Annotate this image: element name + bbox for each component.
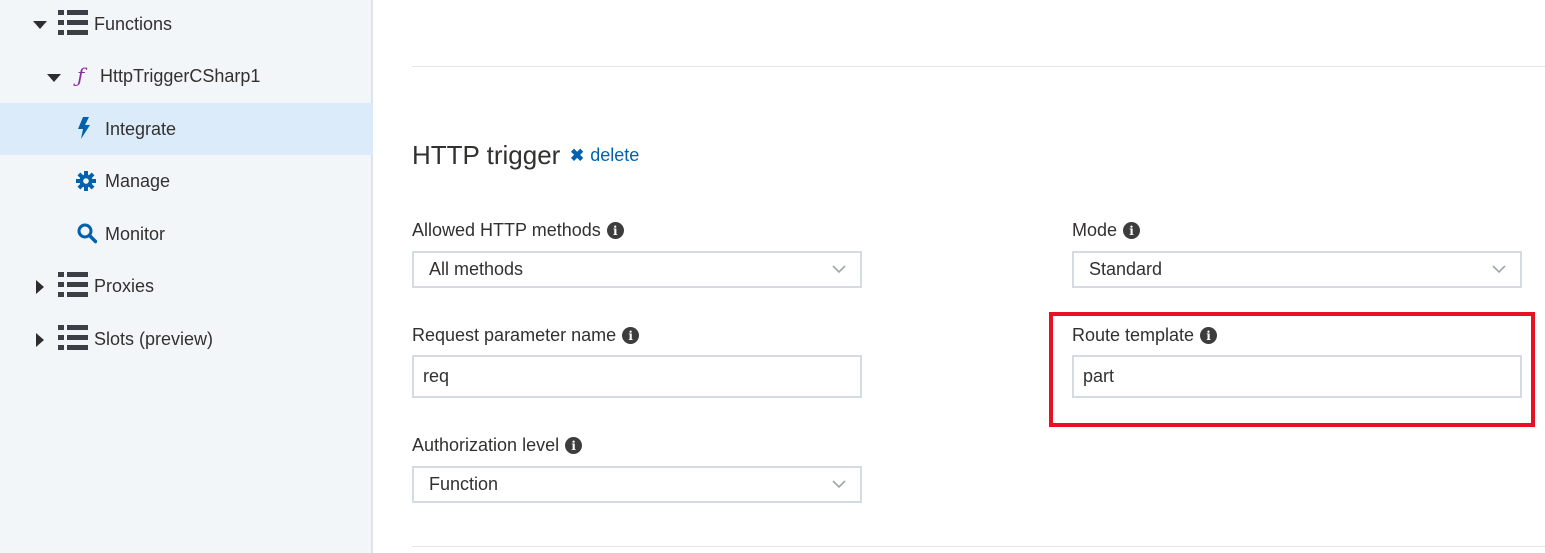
delete-link[interactable]: ✖ delete — [570, 145, 639, 166]
sidebar-item-label: Manage — [105, 171, 171, 191]
delete-label: delete — [590, 145, 640, 165]
sidebar-item-monitor[interactable]: Monitor — [0, 207, 373, 259]
sidebar-item-label: Integrate — [105, 119, 177, 139]
divider — [412, 546, 1545, 547]
allowed-methods-value: All methods — [429, 259, 524, 279]
auth-level-label: Authorization level i — [412, 435, 583, 456]
sidebar-item-proxies[interactable]: Proxies — [0, 260, 373, 312]
request-param-value: req — [423, 366, 450, 386]
info-icon[interactable]: i — [606, 222, 624, 239]
search-icon — [77, 223, 97, 244]
chevron-down-icon — [832, 480, 846, 489]
allowed-methods-select[interactable]: All methods — [412, 251, 862, 288]
caret-right-icon[interactable] — [36, 333, 44, 347]
mode-value: Standard — [1089, 259, 1163, 279]
caret-right-icon[interactable] — [36, 280, 44, 294]
sidebar-item-label: HttpTriggerCSharp1 — [100, 66, 261, 86]
list-icon — [58, 272, 88, 297]
auth-level-label-text: Authorization level — [412, 435, 560, 455]
mode-label-text: Mode — [1072, 220, 1118, 240]
divider — [412, 66, 1545, 67]
sidebar-item-functions[interactable]: Functions — [0, 0, 373, 52]
list-icon — [58, 325, 88, 350]
allowed-methods-label-text: Allowed HTTP methods — [412, 220, 601, 240]
chevron-down-icon — [1492, 265, 1506, 274]
function-icon: ƒ — [77, 63, 85, 87]
lightning-icon — [78, 117, 90, 139]
info-icon[interactable]: i — [622, 327, 640, 344]
sidebar-item-label: Functions — [94, 14, 173, 34]
chevron-down-icon — [832, 265, 846, 274]
caret-down-icon[interactable] — [33, 21, 47, 29]
request-param-label-text: Request parameter name — [412, 325, 617, 345]
auth-level-value: Function — [429, 474, 499, 494]
sidebar-item-function[interactable]: ƒ HttpTriggerCSharp1 — [0, 50, 373, 102]
allowed-methods-label: Allowed HTTP methods i — [412, 220, 624, 241]
request-param-label: Request parameter name i — [412, 325, 640, 346]
mode-select[interactable]: Standard — [1072, 251, 1522, 288]
highlight-box — [1049, 312, 1535, 427]
sidebar: Functions ƒ HttpTriggerCSharp1 Integrate — [0, 0, 373, 553]
info-icon[interactable]: i — [565, 437, 583, 454]
list-icon — [58, 10, 88, 35]
sidebar-item-manage[interactable]: Manage — [0, 155, 373, 207]
caret-down-icon[interactable] — [47, 74, 61, 82]
sidebar-item-label: Slots (preview) — [94, 329, 214, 349]
gear-icon — [76, 171, 96, 191]
main-panel: HTTP trigger ✖ delete Allowed HTTP metho… — [412, 0, 1545, 553]
sidebar-item-integrate[interactable]: Integrate — [0, 103, 373, 155]
sidebar-item-slots[interactable]: Slots (preview) — [0, 312, 373, 364]
info-icon[interactable]: i — [1123, 222, 1141, 239]
close-icon: ✖ — [570, 145, 585, 165]
auth-level-select[interactable]: Function — [412, 466, 862, 503]
sidebar-item-label: Proxies — [94, 276, 155, 296]
mode-label: Mode i — [1072, 220, 1141, 241]
request-param-input[interactable]: req — [412, 355, 862, 398]
page-title: HTTP trigger — [412, 140, 561, 170]
sidebar-item-label: Monitor — [105, 224, 166, 244]
